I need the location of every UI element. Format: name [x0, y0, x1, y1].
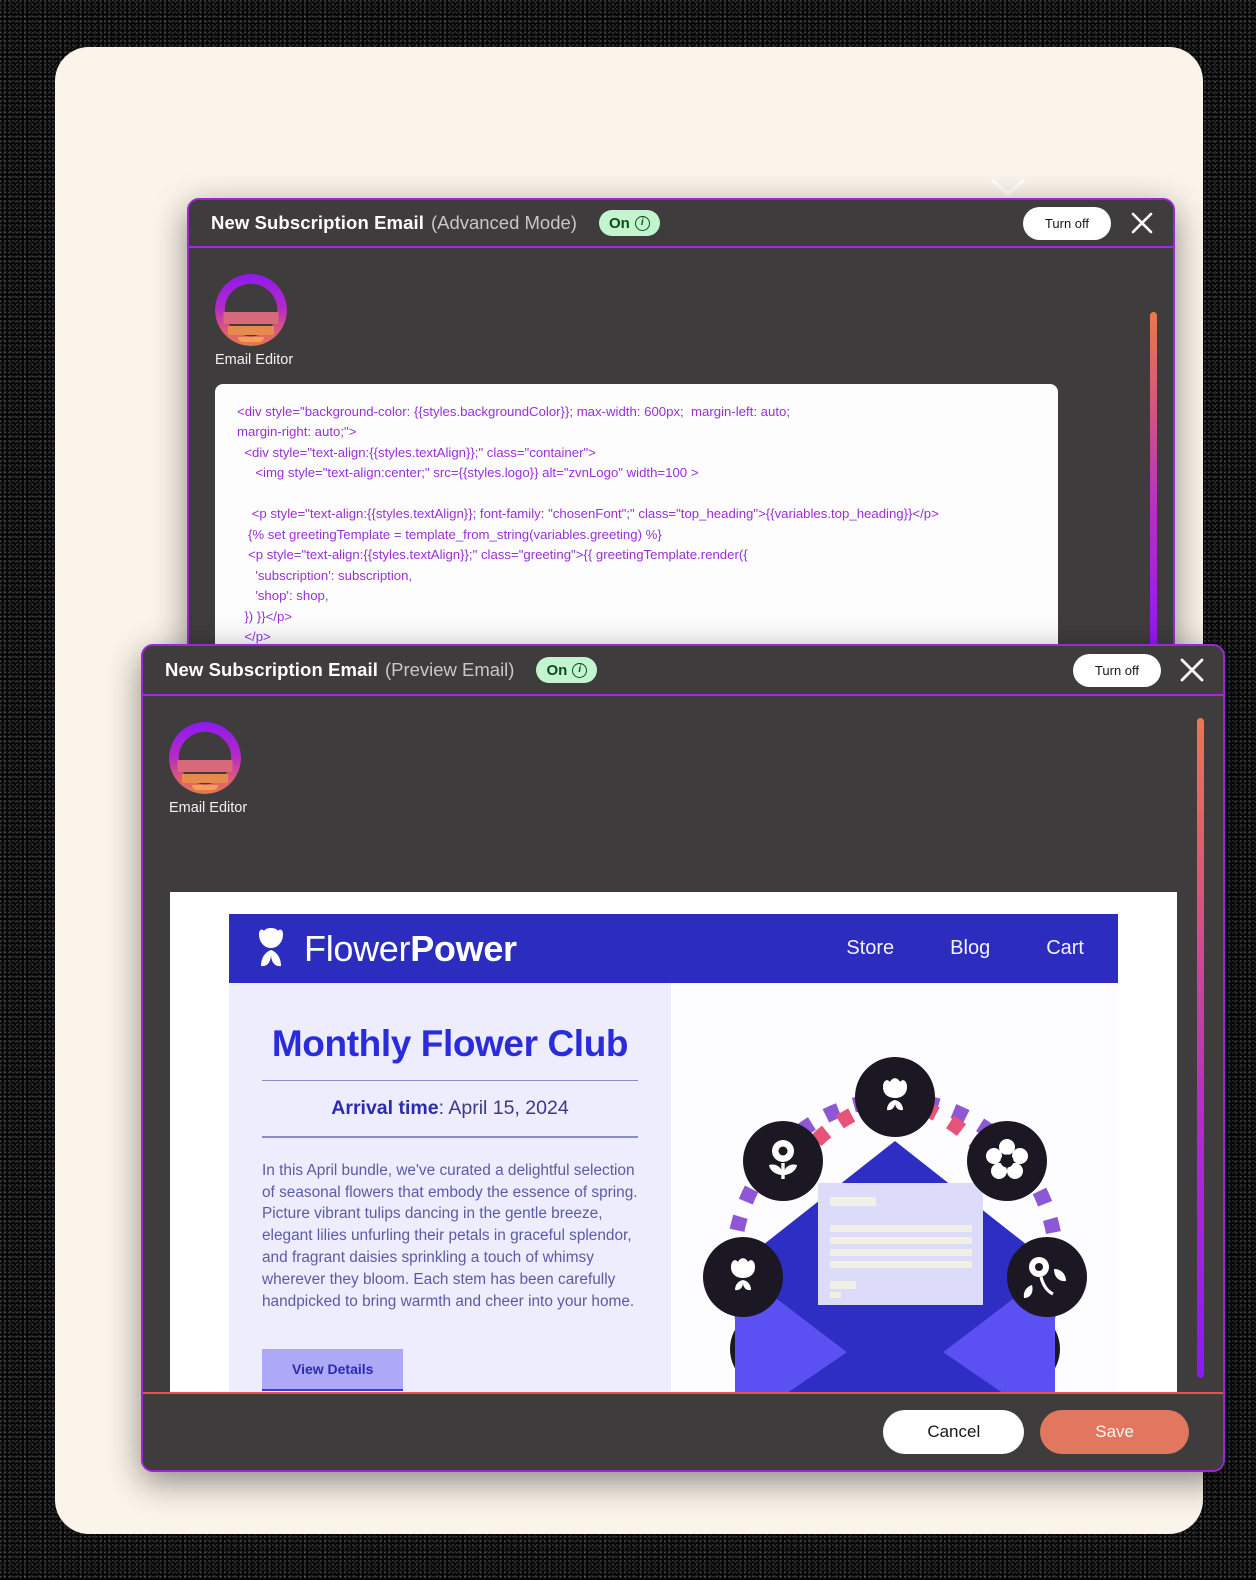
advanced-dialog-header: New Subscription Email (Advanced Mode) O…: [189, 200, 1173, 248]
email-illustration-column: [671, 983, 1118, 1448]
preview-dialog-body: Email Editor FlowerPower Store Blog Cart…: [143, 696, 1223, 1470]
brand-name-light: Flower: [304, 927, 411, 969]
preview-dialog-subtitle: (Preview Email): [384, 659, 515, 680]
preview-logo-label: Email Editor: [169, 800, 248, 816]
sunset-logo-icon: [169, 722, 241, 794]
flower-badge-right: [1006, 1237, 1087, 1317]
preview-turn-off-button[interactable]: Turn off: [1072, 653, 1161, 687]
nav-link-blog[interactable]: Blog: [950, 937, 990, 960]
preview-dialog-title: New Subscription Email: [165, 659, 378, 680]
advanced-logo-block: Email Editor: [189, 248, 1173, 368]
brand-name-bold: Power: [410, 927, 517, 969]
divider-bottom: [262, 1136, 638, 1138]
flower-badge-left: [702, 1237, 783, 1317]
brand-name: FlowerPower: [304, 928, 517, 970]
open-envelope-illustration: [702, 1057, 1087, 1429]
advanced-on-toggle-badge[interactable]: On i: [598, 210, 660, 236]
arrival-separator: :: [438, 1097, 449, 1120]
html-code-editor[interactable]: <div style="background-color: {{styles.b…: [215, 384, 1058, 658]
email-preview-canvas: FlowerPower Store Blog Cart Monthly Flow…: [170, 892, 1177, 1448]
info-icon[interactable]: i: [572, 662, 588, 678]
email-body-text: In this April bundle, we've curated a de…: [262, 1161, 638, 1310]
preview-on-toggle-badge[interactable]: On i: [536, 657, 598, 683]
info-icon[interactable]: i: [634, 215, 650, 231]
save-button[interactable]: Save: [1040, 1410, 1189, 1454]
email-text-column: Monthly Flower Club Arrival time: April …: [229, 983, 671, 1448]
preview-dialog-header: New Subscription Email (Preview Email) O…: [143, 646, 1223, 696]
preview-scrollbar[interactable]: [1197, 718, 1204, 1378]
arrival-value: April 15, 2024: [448, 1097, 569, 1120]
email-content-row: Monthly Flower Club Arrival time: April …: [229, 983, 1118, 1448]
flower-badge-upper-left: [742, 1121, 823, 1201]
divider-top: [262, 1079, 638, 1082]
preview-dialog-footer: Cancel Save: [143, 1392, 1223, 1470]
sunset-logo-icon: [215, 274, 287, 346]
nav-link-cart[interactable]: Cart: [1046, 937, 1084, 960]
page-canvas: New Subscription Email (Advanced Mode) O…: [55, 47, 1225, 1534]
advanced-mode-dialog: New Subscription Email (Advanced Mode) O…: [187, 198, 1175, 660]
advanced-turn-off-button[interactable]: Turn off: [1022, 206, 1111, 240]
preview-close-icon[interactable]: [1175, 653, 1209, 687]
email-brand-navbar: FlowerPower Store Blog Cart: [229, 914, 1118, 983]
flower-badge-top: [854, 1057, 935, 1137]
preview-email-dialog: New Subscription Email (Preview Email) O…: [141, 644, 1225, 1472]
email-heading: Monthly Flower Club: [271, 1023, 629, 1064]
advanced-scrollbar[interactable]: [1150, 312, 1157, 657]
arrival-label: Arrival time: [331, 1097, 439, 1120]
brand-logo: FlowerPower: [251, 926, 517, 972]
nav-link-store[interactable]: Store: [846, 937, 894, 960]
advanced-on-label: On: [608, 214, 630, 232]
chevron-down-icon: [987, 177, 1029, 199]
tulip-logo-icon: [259, 927, 283, 966]
view-details-button[interactable]: View Details: [262, 1348, 404, 1391]
preview-on-label: On: [546, 661, 568, 679]
advanced-logo-label: Email Editor: [215, 352, 294, 368]
advanced-dialog-body: Email Editor <div style="background-colo…: [189, 248, 1173, 658]
advanced-dialog-subtitle: (Advanced Mode): [430, 212, 577, 233]
advanced-dialog-title: New Subscription Email: [211, 212, 424, 233]
cancel-button[interactable]: Cancel: [883, 1410, 1025, 1454]
screenshot-frame: New Subscription Email (Advanced Mode) O…: [0, 0, 1256, 1580]
flower-badge-upper-right: [966, 1121, 1047, 1201]
advanced-close-icon[interactable]: [1125, 206, 1159, 240]
email-arrival-line: Arrival time: April 15, 2024: [262, 1097, 638, 1120]
preview-logo-block: Email Editor: [143, 696, 1223, 816]
